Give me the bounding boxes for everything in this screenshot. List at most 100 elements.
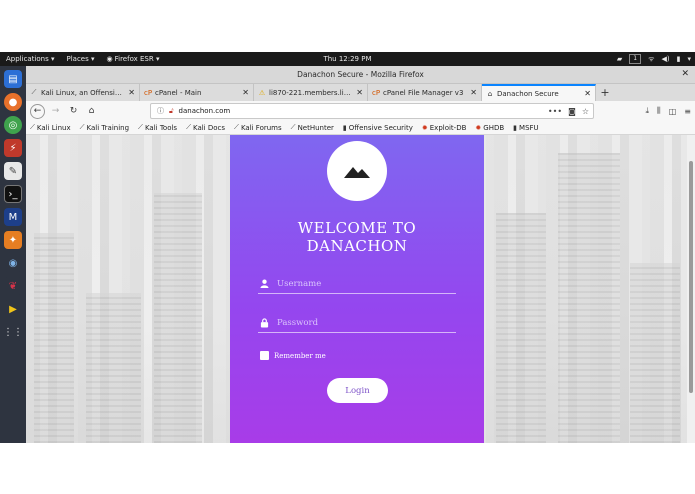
warning-icon: ⚠ bbox=[258, 88, 266, 97]
library-icon[interactable]: ⫼ bbox=[657, 106, 661, 116]
close-icon[interactable]: ✕ bbox=[681, 69, 689, 79]
firefox-small-icon: ◉ bbox=[106, 55, 113, 63]
close-icon[interactable]: ✕ bbox=[584, 89, 591, 98]
background-building bbox=[630, 263, 680, 443]
toolbar-right: ⤓ ⫼ ◫ ≡ bbox=[646, 101, 692, 121]
reload-button[interactable]: ↻ bbox=[66, 104, 81, 119]
bookmark-kali-docs[interactable]: ⟋ Kali Docs bbox=[186, 123, 225, 132]
tab-cpanel-file-manager[interactable]: cP cPanel File Manager v3 ✕ bbox=[368, 84, 482, 101]
files-icon[interactable]: ▤ bbox=[4, 70, 22, 88]
bookmark-exploit-db[interactable]: ✹ Exploit-DB bbox=[422, 124, 467, 132]
kali-dragon-icon: ⟋ bbox=[138, 123, 143, 131]
offsec-icon: ▮ bbox=[513, 123, 518, 132]
insecure-lock-icon[interactable]: 🔓︎ bbox=[169, 107, 174, 116]
url-text[interactable]: danachon.com bbox=[179, 107, 231, 115]
kali-dragon-icon: ⟋ bbox=[79, 123, 85, 131]
url-bar[interactable]: ⓘ 🔓︎ danachon.com ••• ◙ ☆ bbox=[150, 103, 594, 119]
places-menu[interactable]: Places ▾ bbox=[61, 55, 101, 63]
firefox-app-menu[interactable]: ◉ Firefox ESR ▾ bbox=[101, 55, 166, 63]
bookmark-offensive-security[interactable]: ▮ Offensive Security bbox=[343, 124, 413, 132]
tab-danachon-secure[interactable]: ⌂ Danachon Secure ✕ bbox=[482, 84, 596, 101]
workspace-indicator[interactable]: 1 bbox=[629, 54, 642, 64]
tab-title: Kali Linux, an Offensive Secu bbox=[41, 88, 125, 97]
kali-dragon-icon: ⟋ bbox=[31, 88, 37, 96]
mountain-icon bbox=[344, 167, 370, 178]
bookmark-label: MSFU bbox=[519, 123, 539, 132]
play-icon[interactable]: ▶ bbox=[4, 300, 22, 318]
tab-title: cPanel File Manager v3 bbox=[383, 88, 464, 97]
maltego-icon[interactable]: ◎ bbox=[4, 116, 22, 134]
bookmarks-toolbar: ⟋ Kali Linux ⟋ Kali Training ⟋ Kali Tools ⟋… bbox=[26, 121, 695, 135]
tab-title: cPanel - Main bbox=[155, 88, 202, 97]
battery-icon[interactable]: ▮ bbox=[677, 55, 681, 63]
info-icon[interactable]: ⓘ bbox=[157, 106, 164, 116]
forward-button[interactable]: → bbox=[48, 104, 63, 119]
lock-icon bbox=[258, 317, 270, 328]
close-icon[interactable]: ✕ bbox=[242, 88, 249, 97]
background-building bbox=[154, 193, 202, 443]
armitage-icon[interactable]: ✦ bbox=[4, 231, 22, 249]
page-actions-icon[interactable]: ••• bbox=[548, 107, 562, 116]
close-icon[interactable]: ✕ bbox=[128, 88, 135, 97]
page-scrollbar[interactable] bbox=[687, 135, 695, 443]
text-editor-icon[interactable]: ✎ bbox=[4, 162, 22, 180]
username-input[interactable] bbox=[277, 278, 456, 289]
remember-me[interactable]: Remember me bbox=[260, 351, 326, 360]
firefox-icon[interactable]: ● bbox=[4, 93, 22, 111]
bookmark-kali-training[interactable]: ⟋ Kali Training bbox=[80, 123, 129, 132]
sidebar-icon[interactable]: ◫ bbox=[669, 107, 677, 116]
password-field bbox=[258, 313, 456, 333]
close-icon[interactable]: ✕ bbox=[356, 88, 363, 97]
bookmark-ghdb[interactable]: ✹ GHDB bbox=[475, 124, 504, 132]
kali-dragon-icon: ⟋ bbox=[186, 123, 191, 131]
welcome-line-1: WELCOME TO bbox=[297, 219, 417, 237]
navigation-toolbar: ← → ↻ ⌂ ⓘ 🔓︎ danachon.com ••• ◙ ☆ ⤓ ⫼ ◫ … bbox=[26, 101, 695, 121]
applications-menu[interactable]: Applications ▾ bbox=[0, 55, 61, 63]
login-button[interactable]: Login bbox=[327, 378, 388, 403]
bookmark-label: Offensive Security bbox=[348, 123, 413, 132]
pocket-icon[interactable]: ◙ bbox=[568, 107, 576, 116]
tab-kali-linux[interactable]: ⟋ Kali Linux, an Offensive Secu ✕ bbox=[26, 84, 140, 101]
home-button[interactable]: ⌂ bbox=[84, 104, 99, 119]
volume-icon[interactable]: ◀) bbox=[662, 55, 670, 63]
show-apps-icon[interactable]: ⋮⋮ bbox=[3, 323, 23, 341]
bookmark-label: Kali Forums bbox=[240, 123, 282, 132]
bookmark-star-icon[interactable]: ☆ bbox=[582, 107, 589, 116]
login-card: WELCOME TO DANACHON Remember me Login bbox=[230, 135, 484, 443]
bookmark-kali-tools[interactable]: ⟋ Kali Tools bbox=[138, 123, 177, 132]
network-icon[interactable]: ᯤ bbox=[648, 55, 654, 64]
terminal-icon[interactable]: ›_ bbox=[4, 185, 22, 203]
back-button[interactable]: ← bbox=[30, 103, 45, 119]
new-tab-button[interactable]: + bbox=[596, 84, 614, 101]
exploitdb-icon: ✹ bbox=[475, 123, 482, 132]
close-icon[interactable]: ✕ bbox=[470, 88, 477, 97]
window-titlebar: Danachon Secure - Mozilla Firefox ✕ bbox=[26, 66, 695, 84]
kali-dragon-icon: ⟋ bbox=[30, 123, 35, 131]
menu-icon[interactable]: ≡ bbox=[684, 107, 691, 116]
cherrytree-icon[interactable]: ❦ bbox=[4, 277, 22, 295]
user-icon bbox=[258, 279, 270, 288]
bookmark-nethunter[interactable]: ⟋ NetHunter bbox=[291, 123, 334, 132]
bookmark-label: Kali Linux bbox=[36, 123, 71, 132]
web-page: WELCOME TO DANACHON Remember me Login bbox=[26, 135, 687, 443]
logo bbox=[327, 141, 387, 201]
welcome-line-2: DANACHON bbox=[306, 237, 408, 255]
password-input[interactable] bbox=[277, 317, 456, 328]
bookmark-kali-linux[interactable]: ⟋ Kali Linux bbox=[30, 123, 71, 132]
bookmark-msfu[interactable]: ▮ MSFU bbox=[513, 124, 539, 132]
bookmark-label: GHDB bbox=[483, 123, 505, 132]
eye-icon[interactable]: ◉ bbox=[4, 254, 22, 272]
window-title: Danachon Secure - Mozilla Firefox bbox=[297, 70, 424, 79]
bookmark-label: Kali Tools bbox=[144, 123, 178, 132]
metasploit-icon[interactable]: M bbox=[4, 208, 22, 226]
bookmark-kali-forums[interactable]: ⟋ Kali Forums bbox=[234, 123, 282, 132]
chevron-down-icon[interactable]: ▾ bbox=[687, 55, 691, 63]
tab-linode[interactable]: ⚠ li870-221.members.linod ✕ bbox=[254, 84, 368, 101]
screen-icon[interactable]: ▰ bbox=[617, 55, 622, 63]
burpsuite-icon[interactable]: ⚡ bbox=[4, 139, 22, 157]
downloads-icon[interactable]: ⤓ bbox=[646, 106, 650, 116]
tab-cpanel-main[interactable]: cP cPanel - Main ✕ bbox=[140, 84, 254, 101]
scrollbar-thumb[interactable] bbox=[689, 161, 693, 393]
remember-checkbox[interactable] bbox=[260, 351, 269, 360]
tab-title: Danachon Secure bbox=[497, 89, 559, 98]
